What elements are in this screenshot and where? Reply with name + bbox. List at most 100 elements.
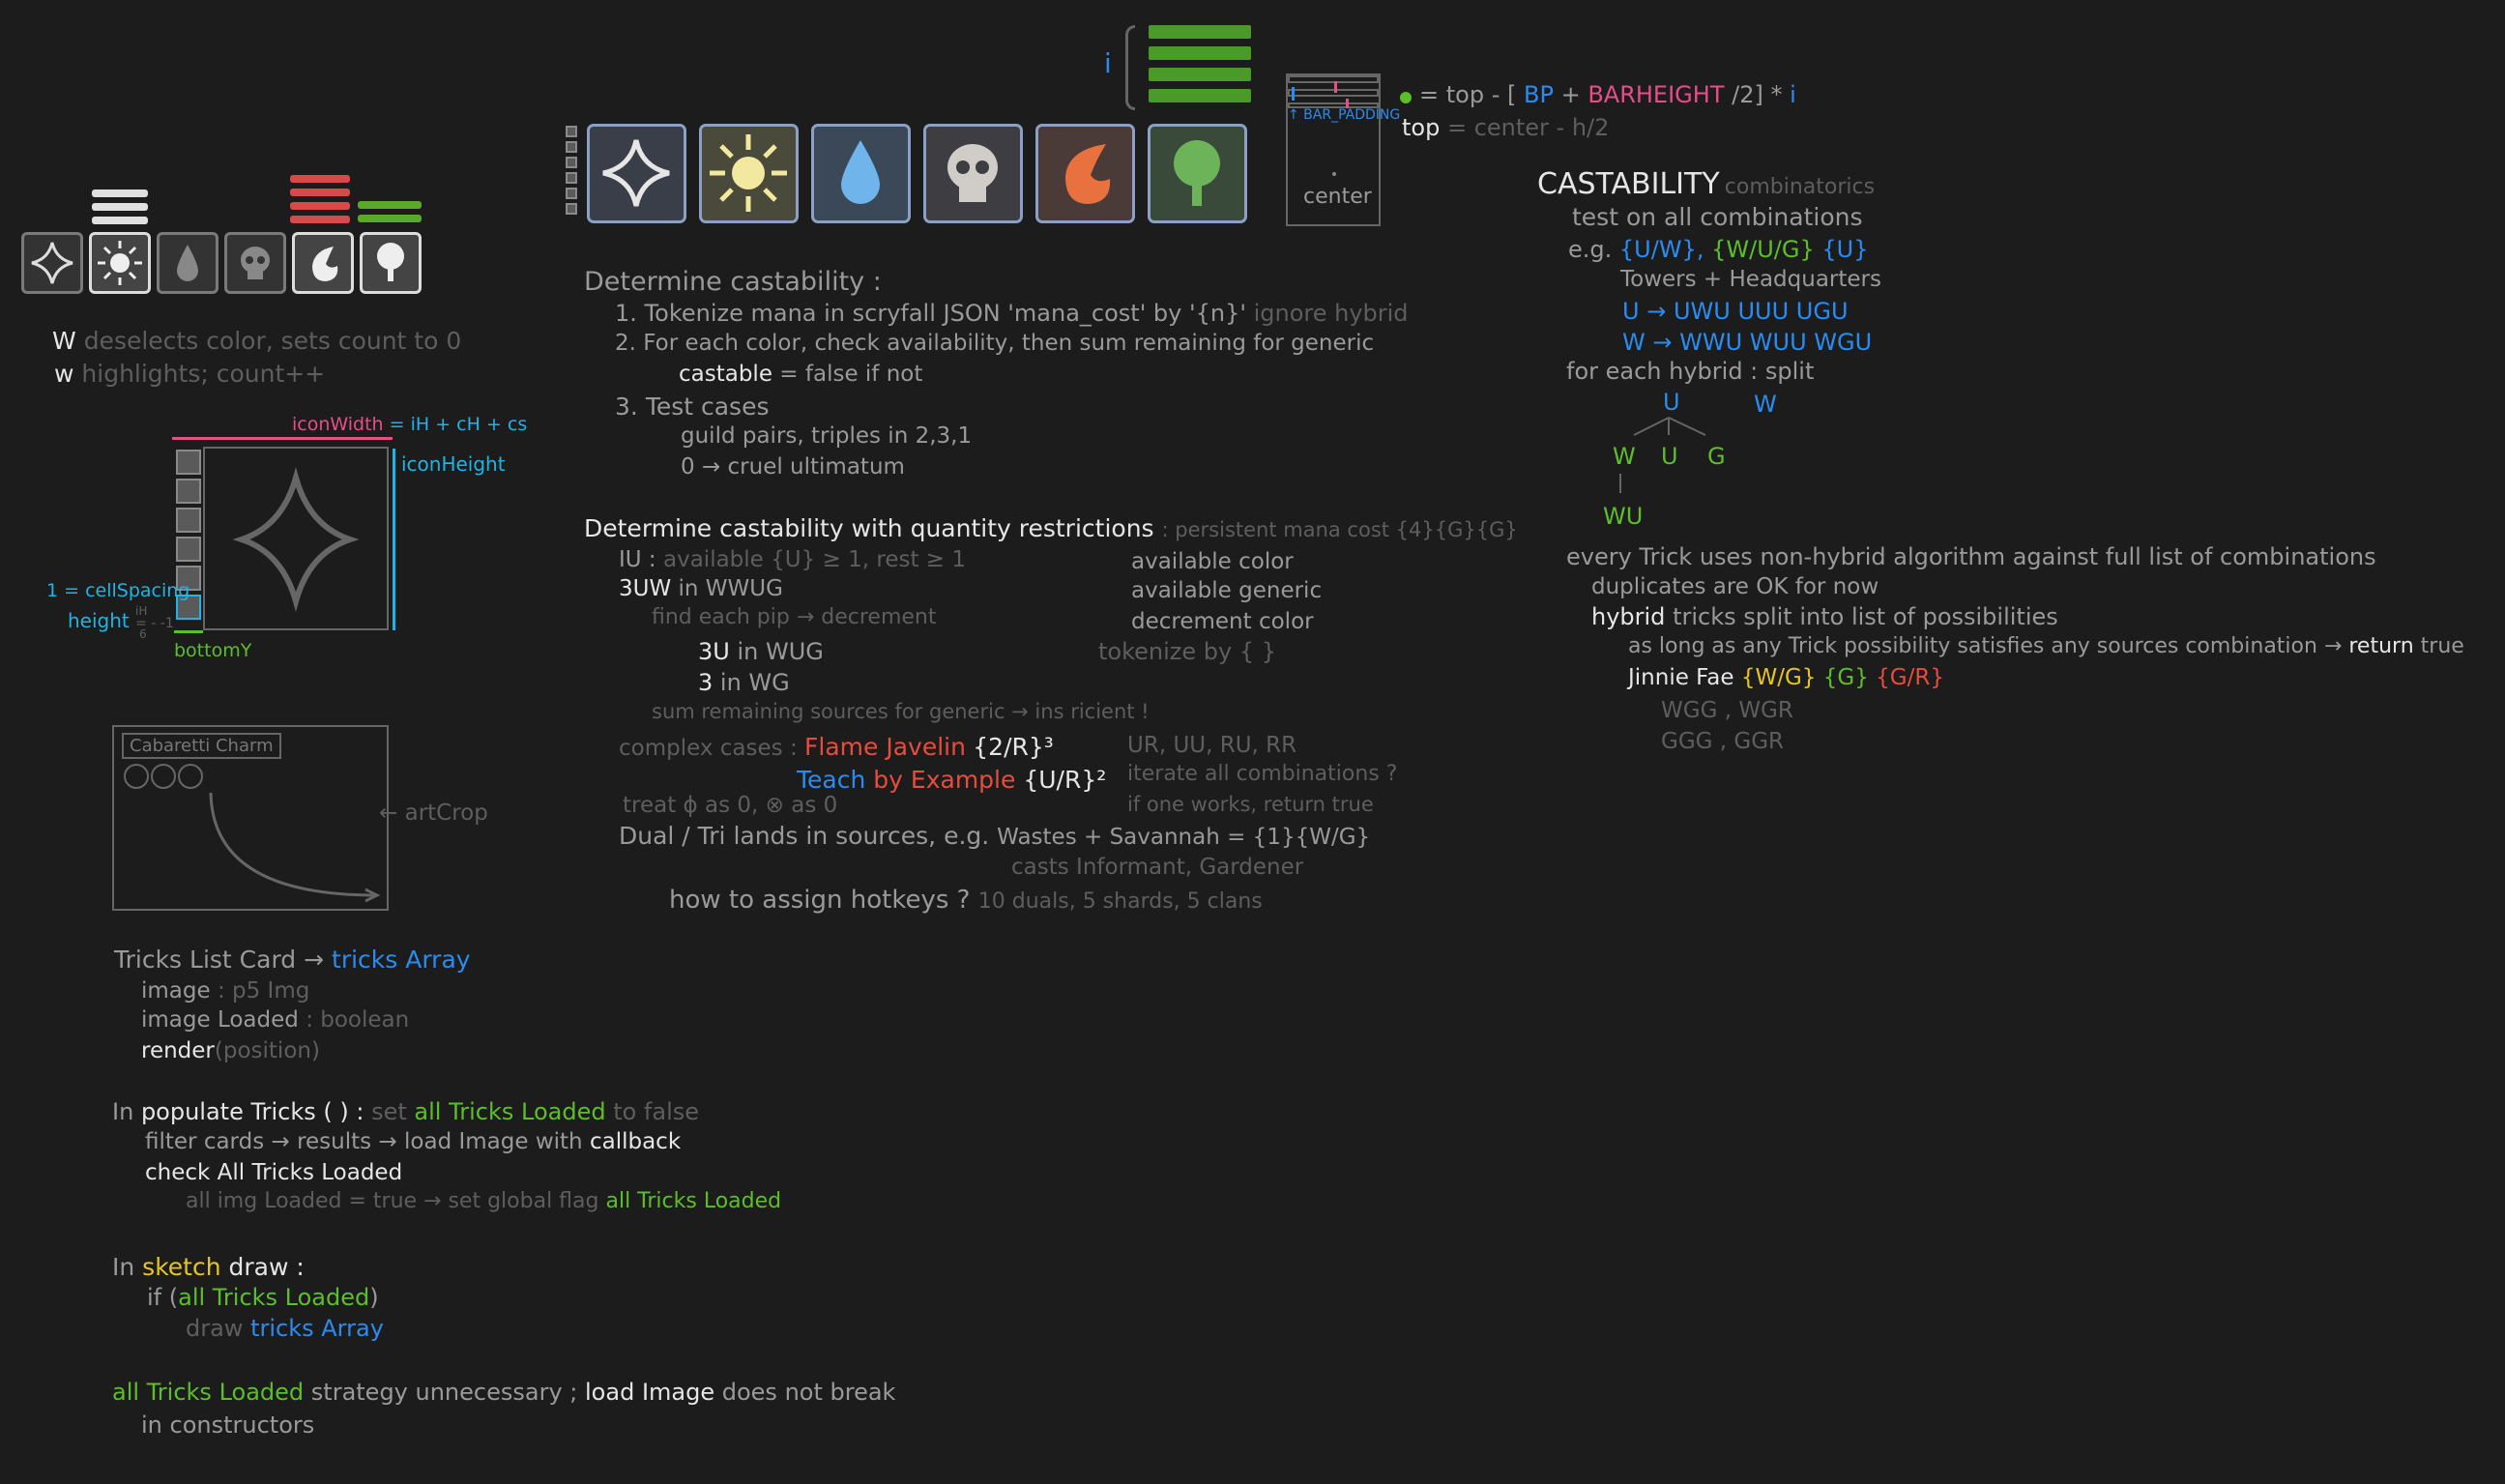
find-pip: find each pip → decrement	[652, 605, 937, 629]
image-key: image	[141, 978, 211, 1004]
if-flag: all Tricks Loaded	[178, 1284, 370, 1311]
render-val: (position)	[214, 1038, 320, 1063]
teach-cost: {U/R}²	[1023, 766, 1107, 794]
castable-val: = false if not	[779, 362, 923, 387]
hotkeys-question: how to assign hotkeys ?	[669, 886, 971, 915]
red-count-bar	[290, 175, 350, 183]
aslong-true: true	[2420, 634, 2464, 658]
red-fire-icon[interactable]	[1035, 124, 1135, 223]
hotkeys-note: 10 duals, 5 shards, 5 clans	[977, 889, 1263, 914]
sketch-word: sketch	[142, 1253, 221, 1281]
aslong-text: as long as any Trick possibility satisfi…	[1628, 634, 2343, 658]
test-all: test on all combinations	[1572, 203, 1863, 231]
tree-w2: W	[1613, 443, 1636, 470]
center-label: center	[1303, 185, 1372, 209]
jinnie-fae: Jinnie Fae	[1628, 665, 1734, 690]
top2-rest: = center - h/2	[1446, 114, 1610, 141]
white-sun-icon[interactable]	[699, 124, 799, 223]
populate-in: In	[112, 1098, 134, 1125]
highlight-key: w	[54, 360, 74, 388]
formula-plus: +	[1560, 81, 1581, 108]
red-count-bar	[290, 202, 350, 210]
flame-cost: {2/R}³	[973, 733, 1054, 761]
w-arrow: W →	[1622, 329, 1673, 356]
icon-height-line	[393, 449, 395, 630]
render-key: render	[141, 1038, 215, 1063]
green-tree-icon[interactable]	[1148, 124, 1247, 223]
deselect-text: deselects color, sets count to 0	[83, 327, 462, 355]
step-3a: guild pairs, triples in 2,3,1	[681, 423, 973, 449]
quantity-title-dim: : persistent mana cost {4}{G}{G}	[1161, 518, 1518, 541]
step-1: Tokenize mana in scryfall JSON 'mana_cos…	[644, 300, 1246, 327]
eg-wug: {W/U/G}	[1711, 236, 1815, 263]
draw2-array: tricks Array	[250, 1315, 384, 1342]
red-fire-icon[interactable]	[292, 232, 354, 294]
tree-wu: WU	[1603, 503, 1644, 530]
arrow: →	[304, 946, 325, 974]
decrement-color: decrement color	[1131, 609, 1314, 634]
tree-u2: U	[1661, 443, 1678, 470]
quantity-title: Determine castability with quantity rest…	[584, 514, 1154, 542]
colorless-diamond-icon[interactable]	[21, 232, 83, 294]
bottom-y-line	[174, 630, 203, 633]
avail-color: available color	[1131, 549, 1294, 574]
icon-width-label: iconWidth	[292, 414, 384, 435]
tokenize: tokenize by { }	[1098, 638, 1277, 665]
final-break: does not break	[721, 1379, 896, 1406]
cast-sub: combinatorics	[1724, 175, 1876, 199]
green-tree-icon[interactable]	[360, 232, 422, 294]
tree-w: W	[1754, 391, 1777, 418]
cell-square	[176, 479, 201, 504]
cell-square	[176, 537, 201, 562]
if-close: )	[369, 1284, 379, 1311]
blue-drop-icon[interactable]	[811, 124, 911, 223]
hybrid-text: tricks split into list of possibilities	[1673, 603, 2058, 630]
blue-drop-icon[interactable]	[157, 232, 218, 294]
height-frac-bottom: 6	[139, 627, 147, 641]
green-stack-bar	[1149, 68, 1251, 81]
brace	[1125, 25, 1135, 110]
iterate: iterate all combinations ?	[1127, 762, 1398, 786]
final-load-image: load Image	[585, 1379, 715, 1406]
populate-flag: all Tricks Loaded	[414, 1098, 606, 1125]
white-count-bar	[92, 189, 148, 197]
cell-square	[566, 157, 577, 168]
black-skull-icon[interactable]	[224, 232, 286, 294]
flame-javelin: Flame Javelin	[804, 733, 966, 761]
w-combo: WWU WUU WGU	[1679, 329, 1873, 356]
colorless-diamond-icon[interactable]	[587, 124, 686, 223]
icon-frame	[203, 447, 389, 630]
check-all: check All Tricks Loaded	[145, 1160, 403, 1185]
cell-square	[566, 203, 577, 215]
eg-u: {U}	[1821, 236, 1869, 263]
step-2: For each color, check availability, then…	[643, 331, 1375, 356]
cell-square	[566, 126, 577, 137]
iu-val: available {U} ≥ 1, rest ≥ 1	[663, 547, 967, 572]
u3-in: in WUG	[737, 638, 824, 665]
castable-key: castable	[679, 362, 772, 387]
formula-bp: BP	[1524, 81, 1554, 108]
image-loaded-val: : boolean	[306, 1007, 410, 1033]
ggg-list: GGG , GGR	[1661, 729, 1785, 754]
u-arrow: U →	[1622, 298, 1667, 325]
black-skull-icon[interactable]	[923, 124, 1023, 223]
duplicates: duplicates are OK for now	[1591, 574, 1879, 599]
white-count-bar	[92, 203, 148, 211]
tree-u: U	[1663, 389, 1680, 416]
red-count-bar	[290, 189, 350, 196]
one-works: if one works, return true	[1127, 793, 1374, 816]
icon-width-formula: = iH + cH + cs	[389, 414, 528, 435]
mana-circle	[178, 764, 203, 789]
step-number: 1.	[615, 300, 637, 327]
center-dot	[1332, 172, 1336, 176]
filter-line: filter cards → results → load Image with	[145, 1129, 583, 1154]
white-sun-icon[interactable]	[89, 232, 151, 294]
every-trick: every Trick uses non-hybrid algorithm ag…	[1566, 543, 2376, 570]
populate-false: to false	[613, 1098, 700, 1125]
icon-width-line	[172, 437, 393, 440]
each-hybrid: for each hybrid : split	[1566, 358, 1815, 385]
tricks-array: tricks Array	[332, 946, 471, 974]
aslong-return: return	[2348, 634, 2414, 658]
eg-uw: {U/W},	[1618, 236, 1704, 263]
green-stack-bar	[1149, 46, 1251, 60]
